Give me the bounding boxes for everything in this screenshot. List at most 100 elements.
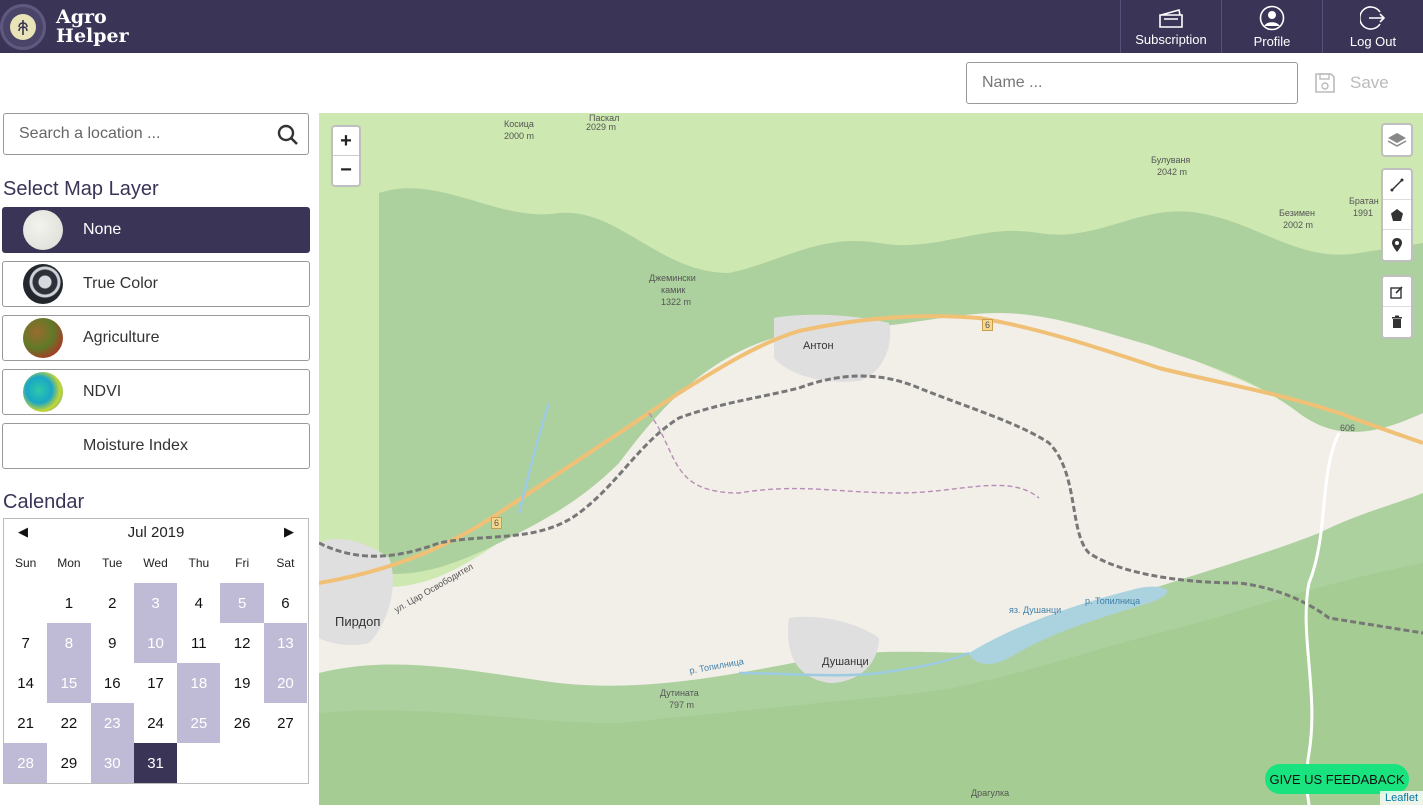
calendar-day[interactable]: 13	[263, 623, 308, 663]
calendar-day[interactable]: 24	[134, 703, 177, 743]
layer-moisture-index-button[interactable]: Moisture Index	[2, 423, 310, 469]
subscription-button[interactable]: Subscription	[1120, 0, 1221, 53]
calendar-day[interactable]: 28	[4, 743, 48, 783]
weekday-label: Fri	[235, 556, 250, 570]
logout-icon	[1360, 5, 1386, 30]
logout-label: Log Out	[1349, 33, 1397, 49]
edit-icon	[1390, 285, 1403, 299]
prev-month-icon[interactable]: ◀	[18, 524, 28, 540]
map-label: Драгулка	[971, 788, 1010, 798]
edit-toolbar	[1381, 275, 1413, 339]
weekday-label: Sun	[14, 556, 37, 570]
map-label: 1322 m	[661, 297, 692, 307]
brand-line-1: Agro	[56, 5, 107, 28]
profile-button[interactable]: Profile	[1221, 0, 1322, 53]
calendar-day[interactable]: 3	[133, 583, 178, 623]
map-label: Душанци	[822, 656, 869, 668]
draw-marker-button[interactable]	[1383, 230, 1411, 260]
calendar-day[interactable]: 16	[91, 663, 134, 703]
road-number-label: 606	[1340, 423, 1356, 433]
name-input[interactable]	[966, 62, 1298, 104]
floppy-disk-icon	[1315, 73, 1335, 93]
logo[interactable]: Agro Helper	[0, 0, 129, 53]
polyline-icon	[1390, 178, 1404, 191]
calendar-empty-cell	[4, 583, 47, 623]
calendar-header: ◀ Jul 2019 ▶	[4, 519, 308, 545]
layers-button[interactable]	[1383, 125, 1411, 155]
calendar-day[interactable]: 1	[47, 583, 90, 623]
profile-label: Profile	[1253, 33, 1291, 49]
calendar-days: 1 2 3 4 5 6 7 8 9 10 11 12 13 14 15 16 17 18 19 20 21 22 23 24 2…	[4, 583, 308, 783]
map-label: Антон	[803, 340, 834, 352]
calendar-day[interactable]: 11	[177, 623, 220, 663]
calendar-day[interactable]: 21	[4, 703, 47, 743]
calendar-day[interactable]: 22	[47, 703, 90, 743]
feedback-button[interactable]: GIVE US FEEDABACK	[1265, 764, 1409, 794]
calendar-day[interactable]: 10	[133, 623, 178, 663]
calendar-day[interactable]: 30	[90, 743, 134, 783]
calendar-day[interactable]: 15	[47, 663, 91, 703]
calendar-day[interactable]: 29	[47, 743, 90, 783]
brand-line-2: Helper	[56, 24, 129, 47]
search-icon[interactable]	[276, 123, 300, 147]
map[interactable]: + − Косица 2000 m Паскал 2029 m Булуваня…	[319, 113, 1423, 805]
map-label: Пирдоп	[335, 614, 381, 629]
calendar-day[interactable]: 25	[177, 703, 221, 743]
calendar-day[interactable]: 20	[263, 663, 308, 703]
calendar-day[interactable]: 31	[133, 743, 178, 783]
layer-agriculture-button[interactable]: Agriculture	[2, 315, 310, 361]
next-month-icon[interactable]: ▶	[284, 524, 294, 540]
map-label: Дутината	[660, 688, 699, 698]
top-nav: Subscription Profile Log Out	[1120, 0, 1423, 53]
calendar-day[interactable]: 5	[220, 583, 264, 623]
map-label: Братан	[1349, 196, 1379, 206]
weekday-label: Tue	[102, 556, 123, 570]
calendar-day[interactable]: 6	[264, 583, 307, 623]
layer-none-button[interactable]: None	[2, 207, 310, 253]
road-number-label: 6	[491, 517, 503, 529]
layer-moisture-index-label: Moisture Index	[83, 437, 188, 454]
map-label: Безимен	[1279, 208, 1316, 218]
layer-ndvi-button[interactable]: NDVI	[2, 369, 310, 415]
draw-polyline-button[interactable]	[1383, 170, 1411, 200]
calendar-day[interactable]: 9	[91, 623, 134, 663]
map-label: Джемински	[649, 273, 696, 283]
weekday-label: Sat	[276, 556, 295, 570]
calendar-day[interactable]: 23	[90, 703, 134, 743]
draw-polygon-button[interactable]	[1383, 200, 1411, 230]
delete-layers-button[interactable]	[1383, 307, 1411, 337]
search-input[interactable]	[4, 114, 264, 154]
subscription-label: Subscription	[1135, 31, 1207, 47]
logout-button[interactable]: Log Out	[1322, 0, 1423, 53]
calendar-day[interactable]: 27	[264, 703, 307, 743]
map-layer-title: Select Map Layer	[3, 178, 159, 200]
layer-true-color-button[interactable]: True Color	[2, 261, 310, 307]
layer-none-thumbnail	[23, 210, 63, 250]
calendar-day[interactable]: 17	[134, 663, 177, 703]
save-button[interactable]: Save	[1314, 64, 1389, 102]
zoom-out-button[interactable]: −	[333, 156, 359, 185]
calendar-day[interactable]: 18	[177, 663, 221, 703]
draw-toolbar	[1381, 168, 1413, 262]
zoom-in-button[interactable]: +	[333, 127, 359, 156]
user-icon	[1259, 5, 1285, 30]
calendar-day[interactable]: 4	[177, 583, 220, 623]
calendar-day[interactable]: 14	[4, 663, 47, 703]
calendar-day[interactable]: 26	[220, 703, 263, 743]
map-label: камик	[661, 285, 686, 295]
edit-layers-button[interactable]	[1383, 277, 1411, 307]
map-label: яз. Душанци	[1009, 605, 1062, 615]
layers-control	[1381, 123, 1413, 157]
leaflet-attribution[interactable]: Leaflet	[1379, 791, 1423, 805]
map-tiles	[319, 113, 1423, 805]
calendar-day[interactable]: 8	[47, 623, 91, 663]
brand-name: Agro Helper	[56, 5, 129, 47]
calendar-day[interactable]: 19	[220, 663, 263, 703]
calendar-day[interactable]: 7	[4, 623, 47, 663]
map-label: р. Топилница	[1085, 596, 1141, 606]
map-label: 2042 m	[1157, 167, 1188, 177]
calendar-day[interactable]: 12	[220, 623, 263, 663]
calendar: ◀ Jul 2019 ▶ Sun Mon Tue Wed Thu Fri Sat…	[3, 518, 309, 784]
road-number-label: 6	[982, 319, 994, 331]
calendar-day[interactable]: 2	[91, 583, 134, 623]
